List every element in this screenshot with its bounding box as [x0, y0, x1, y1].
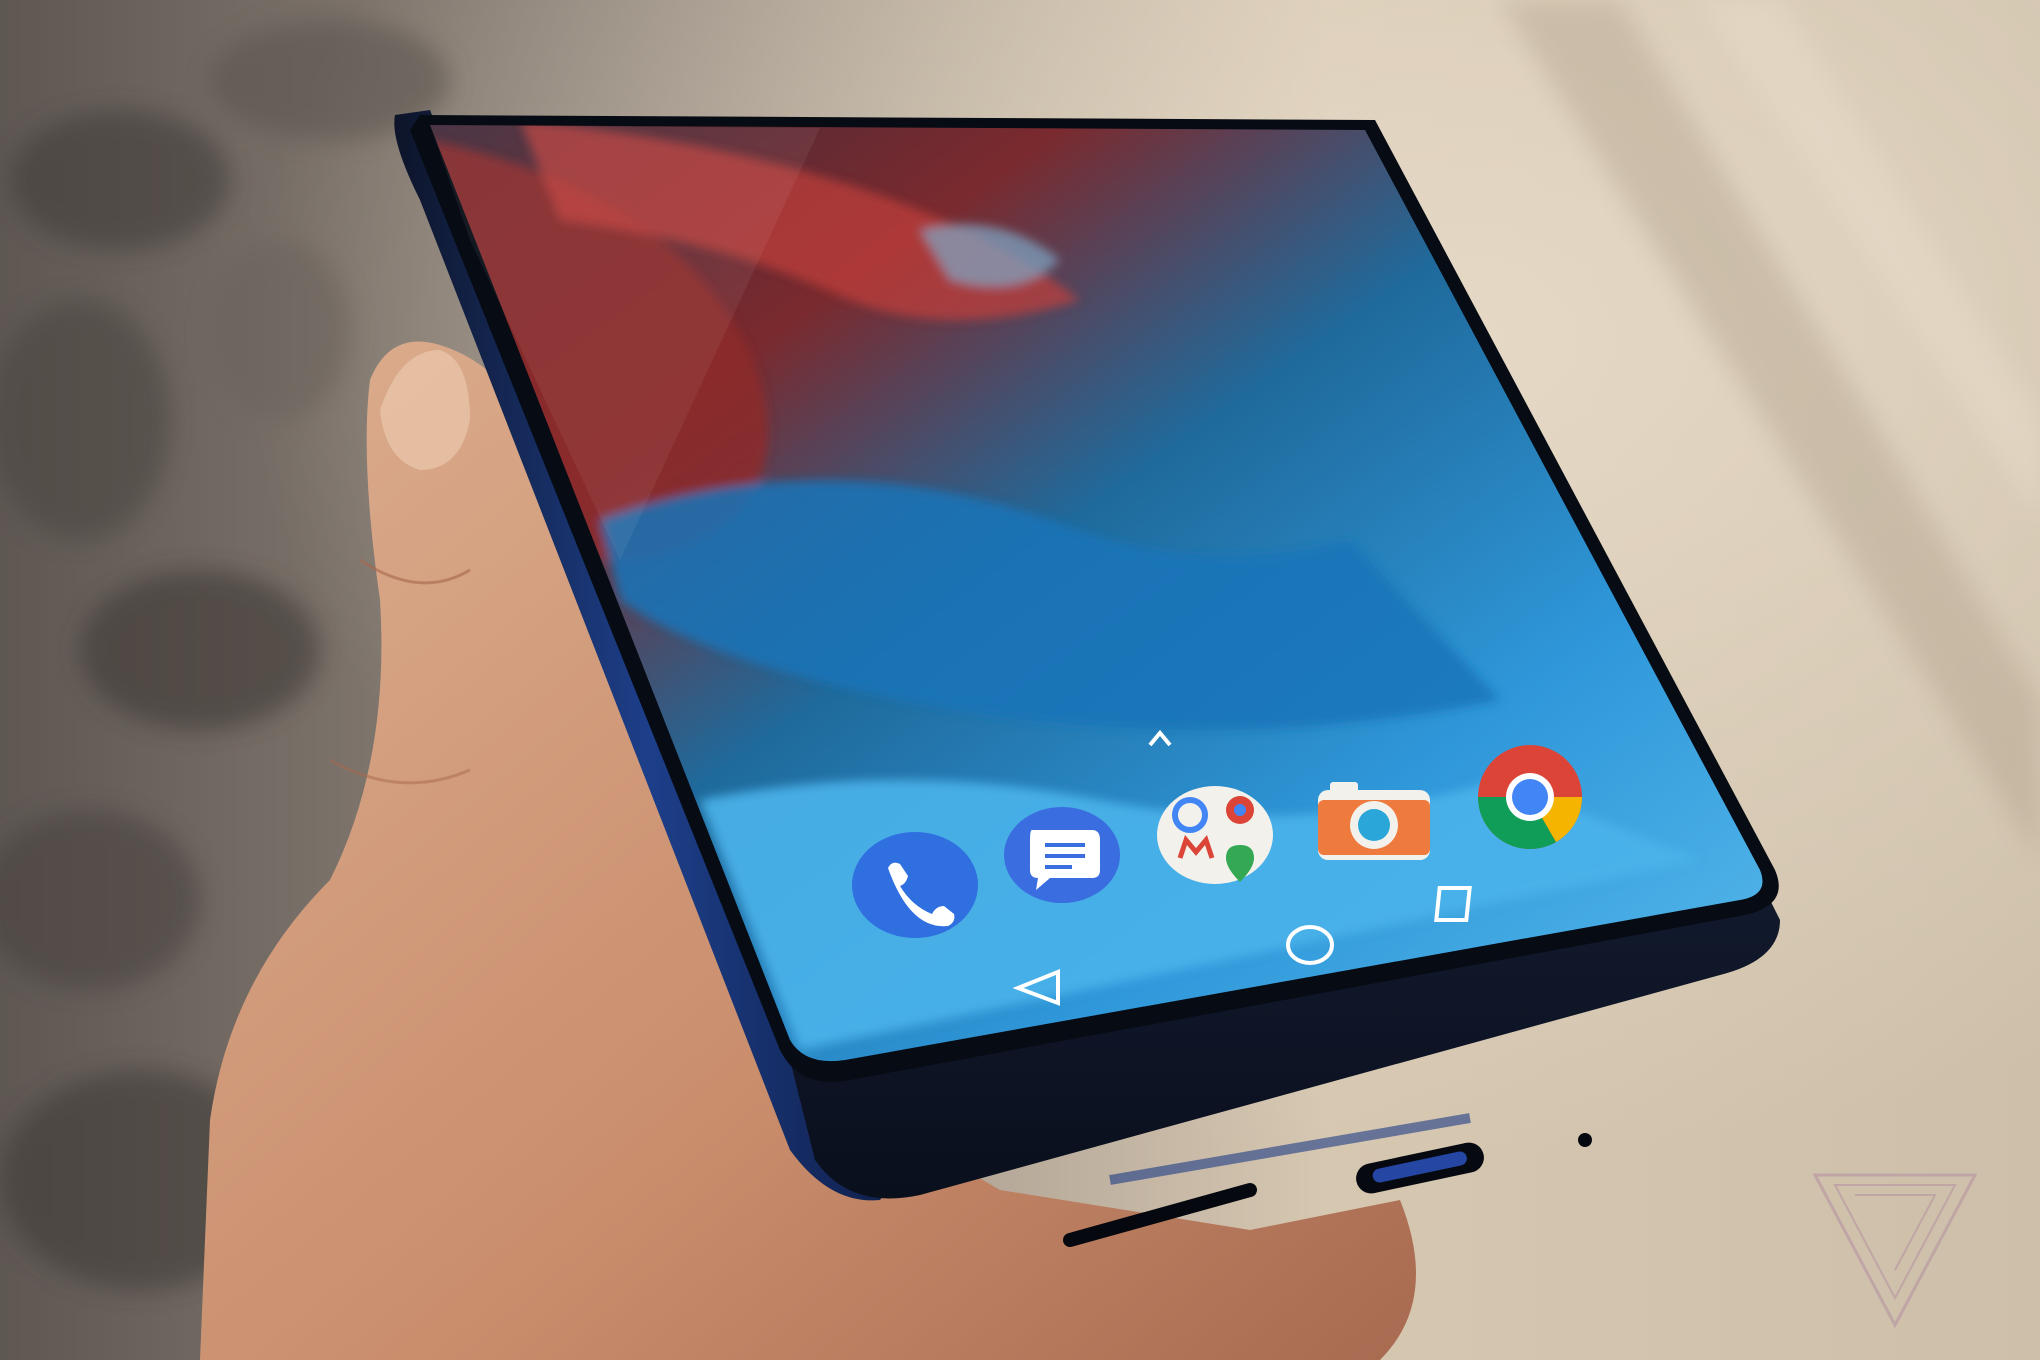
photo-scene: [0, 0, 2040, 1360]
messages-app-icon[interactable]: [1004, 807, 1120, 903]
chrome-app-icon[interactable]: [1478, 745, 1582, 849]
camera-app-icon[interactable]: [1318, 782, 1430, 860]
google-apps-folder-icon[interactable]: [1157, 786, 1273, 884]
microphone-hole: [1578, 1133, 1592, 1147]
phone-app-icon[interactable]: [852, 832, 978, 938]
